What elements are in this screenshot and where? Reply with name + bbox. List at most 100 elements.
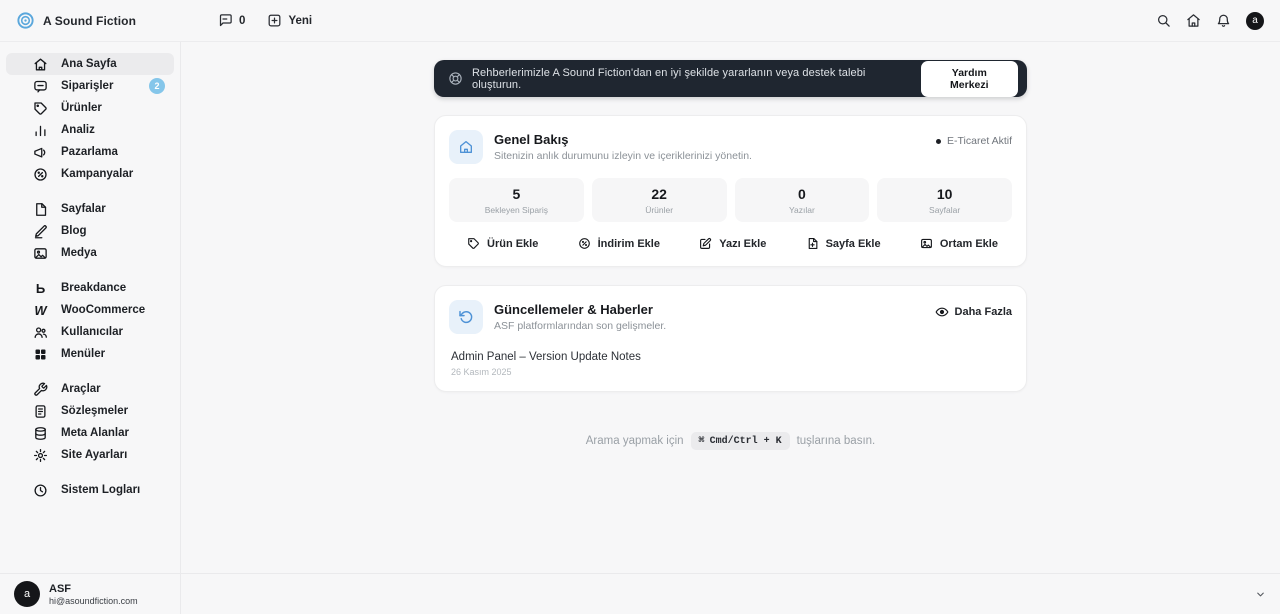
sidebar: Ana Sayfa Siparişler2Ürünler Analiz Pazarla…	[0, 42, 181, 614]
stat-sayfalar[interactable]: 10Sayfalar	[877, 178, 1012, 222]
status-dot-icon	[936, 139, 941, 144]
sidebar-item-label: Medya	[61, 247, 97, 259]
main-area: Rehberlerimizle A Sound Fiction'dan en i…	[181, 42, 1280, 614]
overview-card: Genel Bakış Sitenizin anlık durumunu izl…	[434, 115, 1027, 267]
edit-icon	[699, 237, 712, 250]
quick-actions-row: Ürün Ekle İndirim Ekle Yazı Ekle Sayfa Ekle…	[449, 237, 1012, 252]
update-item[interactable]: Admin Panel – Version Update Notes26 Kas…	[449, 351, 1012, 377]
contract-icon	[33, 404, 48, 419]
updates-list: Admin Panel – Version Update Notes26 Kas…	[449, 351, 1012, 377]
sidebar-nav: Ana Sayfa Siparişler2Ürünler Analiz Pazarla…	[6, 53, 174, 501]
percent-icon	[33, 167, 48, 182]
file-plus-icon	[806, 237, 819, 250]
megaphone-icon	[33, 145, 48, 160]
sidebar-item-woocommerce[interactable]: WWooCommerce	[6, 299, 174, 321]
users-icon	[33, 325, 48, 340]
sidebar-item-medya[interactable]: Medya	[6, 242, 174, 264]
search-icon[interactable]	[1156, 13, 1171, 28]
sidebar-item-sozlesmeler[interactable]: Sözleşmeler	[6, 400, 174, 422]
sidebar-item-sayfalar[interactable]: Sayfalar	[6, 198, 174, 220]
sidebar-item-urunler[interactable]: Ürünler	[6, 97, 174, 119]
sidebar-item-breakdance[interactable]: ЬBreakdance	[6, 277, 174, 299]
home-icon[interactable]	[1186, 13, 1201, 28]
stat-urunler[interactable]: 22Ürünler	[592, 178, 727, 222]
help-center-button[interactable]: Yardım Merkezi	[921, 61, 1018, 97]
gear-icon	[33, 448, 48, 463]
sidebar-item-label: Araçlar	[61, 383, 101, 395]
percent-icon	[578, 237, 591, 250]
action-yazi-ekle[interactable]: Yazı Ekle	[699, 237, 766, 250]
updates-card: Güncellemeler & Haberler ASF platformlar…	[434, 285, 1027, 392]
sidebar-item-analiz[interactable]: Analiz	[6, 119, 174, 141]
image-icon	[920, 237, 933, 250]
clock-icon	[33, 483, 48, 498]
command-icon: ⌘	[699, 435, 705, 447]
topbar-avatar[interactable]: a	[1246, 12, 1264, 30]
stat-bekleyen-siparis[interactable]: 5Bekleyen Sipariş	[449, 178, 584, 222]
comments-count: 0	[239, 15, 245, 27]
sidebar-item-label: Kampanyalar	[61, 168, 133, 180]
page-icon	[33, 202, 48, 217]
sidebar-item-label: Menüler	[61, 348, 105, 360]
action-label: Ortam Ekle	[940, 238, 998, 250]
keyboard-shortcut: ⌘Cmd/Ctrl + K	[691, 432, 790, 450]
user-name: ASF	[49, 583, 138, 595]
sidebar-item-label: Ana Sayfa	[61, 58, 117, 70]
sidebar-item-siparisler[interactable]: Siparişler2	[6, 75, 174, 97]
tag-icon	[467, 237, 480, 250]
sidebar-item-araclar[interactable]: Araçlar	[6, 378, 174, 400]
stat-yazilar[interactable]: 0Yazılar	[735, 178, 870, 222]
sidebar-item-kampanyalar[interactable]: Kampanyalar	[6, 163, 174, 185]
plus-square-icon	[267, 13, 282, 28]
stat-label: Yazılar	[735, 205, 870, 215]
search-hint: Arama yapmak için ⌘Cmd/Ctrl + K tuşların…	[434, 432, 1027, 450]
action-sayfa-ekle[interactable]: Sayfa Ekle	[806, 237, 881, 250]
stat-label: Ürünler	[592, 205, 727, 215]
sidebar-item-site-ayarlari[interactable]: Site Ayarları	[6, 444, 174, 466]
sidebar-group: Araçlar Sözleşmeler Meta Alanlar Site Ayarl…	[6, 378, 174, 466]
more-label: Daha Fazla	[955, 306, 1012, 318]
user-avatar: a	[14, 581, 40, 607]
action-label: Yazı Ekle	[719, 238, 766, 250]
sidebar-item-label: Sayfalar	[61, 203, 106, 215]
sidebar-item-label: Meta Alanlar	[61, 427, 129, 439]
ecommerce-status-badge: E-Ticaret Aktif	[936, 130, 1012, 147]
sidebar-item-label: Blog	[61, 225, 87, 237]
brand-logo-icon	[16, 11, 35, 30]
comments-menu[interactable]: 0	[218, 13, 245, 28]
brand[interactable]: A Sound Fiction	[16, 11, 136, 30]
user-email: hi@asoundfiction.com	[49, 596, 138, 606]
sidebar-item-pazarlama[interactable]: Pazarlama	[6, 141, 174, 163]
database-icon	[33, 426, 48, 441]
action-i-ndirim-ekle[interactable]: İndirim Ekle	[578, 237, 660, 250]
updates-subtitle: ASF platformlarından son gelişmeler.	[494, 320, 666, 332]
sidebar-item-ana-sayfa[interactable]: Ana Sayfa	[6, 53, 174, 75]
sidebar-item-label: Analiz	[61, 124, 95, 136]
search-hint-suffix: tuşlarına basın.	[797, 435, 876, 447]
action-urun-ekle[interactable]: Ürün Ekle	[467, 237, 538, 250]
sidebar-item-kullanicilar[interactable]: Kullanıcılar	[6, 321, 174, 343]
sidebar-item-label: Pazarlama	[61, 146, 118, 158]
new-content-menu[interactable]: Yeni	[267, 13, 312, 28]
sidebar-item-meta-alanlar[interactable]: Meta Alanlar	[6, 422, 174, 444]
status-text: E-Ticaret Aktif	[947, 135, 1012, 147]
sidebar-item-blog[interactable]: Blog	[6, 220, 174, 242]
more-link[interactable]: Daha Fazla	[935, 300, 1012, 319]
orders-icon	[33, 79, 48, 94]
breakdance-icon: Ь	[33, 281, 48, 296]
action-label: Sayfa Ekle	[826, 238, 881, 250]
sidebar-group: Ana Sayfa Siparişler2Ürünler Analiz Pazarla…	[6, 53, 174, 185]
notifications-icon[interactable]	[1216, 13, 1231, 28]
sidebar-item-label: Kullanıcılar	[61, 326, 123, 338]
sidebar-item-label: Site Ayarları	[61, 449, 127, 461]
help-banner: Rehberlerimizle A Sound Fiction'dan en i…	[434, 60, 1027, 97]
wrench-icon	[33, 382, 48, 397]
lifebuoy-icon	[448, 71, 463, 86]
action-ortam-ekle[interactable]: Ortam Ekle	[920, 237, 998, 250]
sidebar-item-menuler[interactable]: Menüler	[6, 343, 174, 365]
woo-icon: W	[33, 303, 48, 318]
count-badge: 2	[149, 78, 165, 94]
stats-row: 5Bekleyen Sipariş22Ürünler0Yazılar10Sayf…	[449, 178, 1012, 222]
eye-icon	[935, 305, 949, 319]
sidebar-item-sistem-loglari[interactable]: Sistem Logları	[6, 479, 174, 501]
